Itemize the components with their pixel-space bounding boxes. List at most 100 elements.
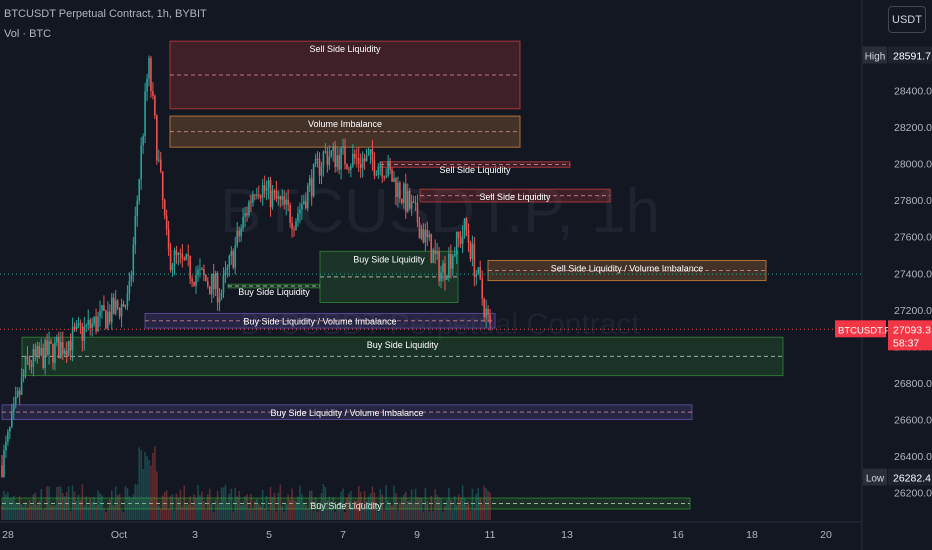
volume-bar <box>138 447 140 520</box>
candle-body <box>60 342 62 359</box>
candle-body <box>75 324 78 330</box>
volume-bar <box>467 502 470 520</box>
candle-body <box>293 229 295 231</box>
y-tick-label: 26200.0 <box>894 488 932 500</box>
volume-bar <box>432 510 434 520</box>
volume-bar <box>279 484 282 520</box>
candle-body <box>299 209 301 214</box>
volume-bar <box>342 488 344 520</box>
candle-body <box>308 178 311 186</box>
volume-bar <box>420 498 423 520</box>
candle-body <box>452 256 454 269</box>
volume-bar <box>365 503 368 520</box>
volume-bar <box>77 494 80 520</box>
volume-bar <box>350 490 352 520</box>
volume-bar <box>330 506 333 520</box>
candle-body <box>3 450 5 478</box>
candle-body <box>140 145 142 180</box>
candle-body <box>434 250 436 255</box>
volume-bar <box>442 511 444 520</box>
volume-bar <box>424 487 427 520</box>
volume-bar <box>448 488 450 520</box>
volume-bar <box>48 486 50 520</box>
candle-body <box>99 310 101 317</box>
candle-body <box>301 204 303 210</box>
candle-body <box>195 275 197 286</box>
volume-bar <box>344 511 346 520</box>
x-tick-label: 18 <box>746 529 758 541</box>
candle-body <box>383 176 385 178</box>
candle-body <box>459 237 462 245</box>
zone-label: Sell Side Liquidity <box>479 192 551 202</box>
candle-body <box>146 78 148 92</box>
candle-body <box>275 191 278 199</box>
low-value: 26282.4 <box>893 472 931 484</box>
candle-body <box>436 250 438 255</box>
candle-body <box>371 149 374 161</box>
volume-bar <box>252 508 254 520</box>
volume-bar <box>399 502 401 520</box>
y-tick-label: 26400.0 <box>894 451 932 463</box>
candle-body <box>355 157 358 159</box>
volume-bar <box>444 506 446 520</box>
volume-bar <box>324 487 327 520</box>
candle-body <box>379 166 382 168</box>
candle-body <box>340 147 342 170</box>
volume-bar <box>7 492 9 520</box>
candle-body <box>346 164 348 170</box>
candle-body <box>134 216 137 245</box>
candle-body <box>110 297 113 323</box>
candle-body <box>444 263 446 280</box>
x-tick-label: 7 <box>340 529 346 541</box>
candle-body <box>426 229 429 238</box>
volume-bar <box>354 500 356 520</box>
candle-body <box>403 183 405 204</box>
candle-body <box>399 182 401 199</box>
candle-body <box>207 280 209 287</box>
countdown: 58:37 <box>893 337 919 349</box>
volume-bar <box>463 497 466 520</box>
volume-bar <box>285 503 287 520</box>
volume-bar <box>1 506 3 520</box>
volume-bar <box>305 505 307 520</box>
volume-bar <box>248 508 250 520</box>
candle-body <box>191 278 193 282</box>
volume-bar <box>175 493 178 520</box>
volume-bar <box>430 495 433 520</box>
candle-body <box>89 319 91 329</box>
volume-bar <box>210 503 213 520</box>
volume-bar <box>277 492 280 520</box>
candle-body <box>232 251 235 268</box>
volume-bar <box>158 506 160 520</box>
volume-bar <box>352 504 354 520</box>
symbol-tag: BTCUSDT.P <box>838 325 891 336</box>
volume-bar <box>406 501 409 520</box>
volume-bar <box>289 499 291 520</box>
volume-bar <box>256 499 258 520</box>
volume-bar <box>146 456 148 520</box>
candle-body <box>373 160 376 176</box>
candle-body <box>412 201 415 203</box>
currency-button[interactable]: USDT <box>888 6 926 33</box>
volume-bar <box>240 505 242 520</box>
volume-bar <box>109 499 111 520</box>
candle-body <box>326 151 329 165</box>
volume-bar <box>295 501 297 520</box>
candle-body <box>56 337 58 343</box>
candle-body <box>357 158 360 165</box>
volume-bar <box>220 487 223 520</box>
volume-bar <box>481 504 483 520</box>
candle-body <box>281 196 284 200</box>
candle-body <box>152 91 154 96</box>
volume-bar <box>428 511 431 520</box>
volume-bar <box>306 508 309 520</box>
price-chart[interactable]: BTCUSDT.P, 1hBTCUSDT Perpetual ContractS… <box>0 0 932 550</box>
volume-bar <box>32 494 35 520</box>
candle-body <box>320 166 323 176</box>
candle-body <box>267 180 270 189</box>
volume-bar <box>367 496 370 520</box>
candle-body <box>467 230 470 243</box>
volume-bar <box>16 503 19 520</box>
candle-body <box>238 230 240 237</box>
high-tag: High <box>865 51 886 62</box>
